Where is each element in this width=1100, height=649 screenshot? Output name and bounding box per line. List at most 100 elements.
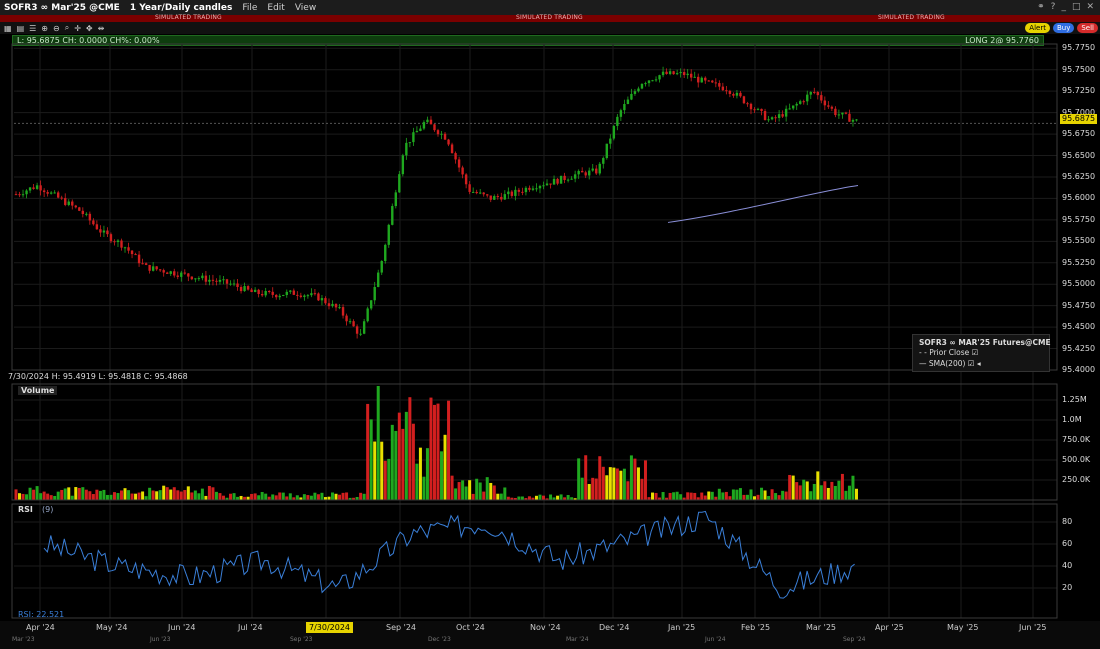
candle-body (570, 178, 573, 180)
candle-body (130, 250, 134, 255)
volume-bar (471, 493, 475, 500)
candle-body (799, 101, 802, 104)
candle-body (116, 240, 120, 243)
candle-body (447, 139, 450, 145)
candle-body (728, 90, 732, 94)
volume-tick-label: 1.0M (1062, 415, 1082, 424)
candle-body (394, 192, 397, 207)
candle-body (120, 240, 123, 248)
candle-body (816, 92, 819, 96)
candle-body (187, 273, 190, 277)
volume-bar (668, 492, 672, 500)
volume-bar (81, 487, 85, 500)
candle-body (201, 275, 204, 279)
candle-body (317, 293, 320, 301)
volume-bar (369, 419, 373, 500)
volume-bar (18, 493, 22, 500)
volume-bar (760, 487, 764, 500)
volume-bar (612, 467, 616, 500)
rsi-param: (9) (42, 505, 54, 514)
candle-body (834, 108, 837, 116)
candle-body (721, 86, 725, 91)
candle-body (296, 294, 299, 296)
candle-body (292, 290, 296, 295)
volume-bar (60, 489, 64, 500)
volume-bar (851, 475, 855, 500)
volume-bar (362, 493, 366, 500)
candle-body (313, 293, 317, 295)
candle-body (95, 224, 99, 230)
candle-body (647, 80, 651, 84)
volume-bar (366, 403, 370, 500)
volume-bar (693, 492, 697, 500)
time-tick-label: Jun '24 (168, 623, 196, 632)
candle-body (289, 290, 292, 292)
volume-bar (622, 468, 626, 500)
volume-bar (661, 492, 665, 500)
candle-body (303, 295, 306, 297)
candle-body (412, 132, 415, 143)
overview-tick-label: Dec '23 (428, 636, 451, 643)
volume-bar (197, 493, 201, 500)
volume-bar (580, 477, 584, 500)
candle-body (616, 116, 619, 126)
last-price-tag: 95.6875 (1060, 114, 1098, 124)
candle-body (651, 80, 654, 82)
candle-body (102, 230, 106, 233)
candle-body (827, 105, 830, 107)
chart-area[interactable] (0, 0, 1100, 621)
candle-body (35, 185, 39, 189)
candle-body (384, 244, 387, 261)
candle-body (369, 300, 373, 309)
candle-body (39, 185, 42, 191)
candle-body (767, 119, 770, 121)
time-axis[interactable]: Apr '24 May '24 Jun '24 Jul '24 7/30/2024 Sep… (0, 621, 1100, 649)
chart-legend[interactable]: SOFR3 ∞ MAR'25 Futures@CME - - Prior Clo… (912, 334, 1051, 372)
candle-body (127, 247, 130, 251)
candle-body (496, 196, 499, 198)
volume-bar (162, 485, 166, 500)
candle-body (141, 263, 144, 265)
volume-bar (738, 488, 742, 500)
volume-bar (816, 471, 820, 500)
volume-bar (429, 397, 433, 500)
volume-bar (675, 491, 679, 500)
price-tick-label: 95.7750 (1062, 43, 1096, 53)
candle-body (436, 130, 440, 135)
candle-body (493, 196, 496, 200)
volume-bar (345, 492, 349, 500)
volume-bar (601, 466, 605, 500)
volume-bar (120, 490, 123, 500)
legend-prior-close[interactable]: - - Prior Close ☑ (919, 348, 978, 357)
volume-bar (577, 458, 581, 500)
hover-readout: 7/30/2024 H: 95.4919 L: 95.4818 C: 95.48… (8, 372, 188, 381)
candle-body (746, 103, 749, 105)
time-tick-label: May '25 (947, 623, 979, 632)
volume-bar (165, 487, 169, 500)
volume-bar (25, 494, 29, 500)
candle-body (591, 168, 594, 171)
volume-bar (172, 487, 176, 500)
candle-body (573, 174, 577, 179)
volume-bar (447, 400, 451, 500)
candle-body (113, 241, 116, 243)
price-tick-label: 95.4000 (1062, 365, 1096, 374)
price-tick-label: 95.5500 (1062, 236, 1096, 246)
volume-bar (496, 493, 500, 500)
legend-sma[interactable]: — SMA(200) ☑ ◂ (919, 359, 981, 368)
candle-body (605, 143, 608, 159)
candle-body (74, 205, 77, 208)
volume-bar (478, 482, 482, 500)
candle-body (25, 190, 28, 195)
candle-body (352, 321, 355, 327)
candle-body (609, 138, 612, 144)
volume-bar (278, 492, 282, 500)
volume-bar (105, 494, 109, 500)
time-tick-label: Dec '24 (599, 623, 630, 632)
volume-bar (749, 489, 753, 500)
candle-body (475, 191, 478, 194)
legend-title: SOFR3 ∞ MAR'25 Futures@CME (919, 338, 1051, 347)
candle-body (92, 220, 95, 225)
candle-body (640, 83, 644, 89)
candle-body (595, 168, 598, 174)
